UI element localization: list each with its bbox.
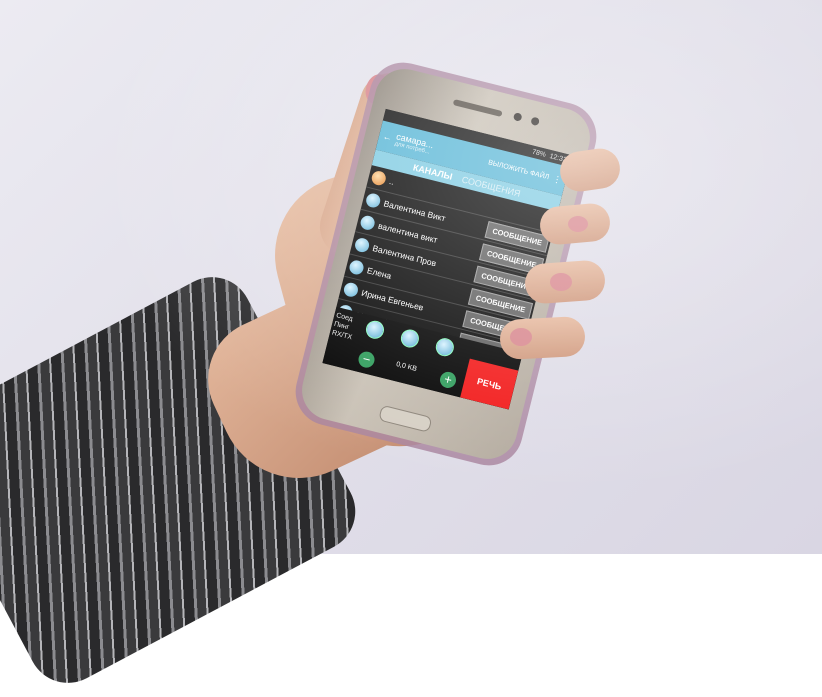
- user-avatar-icon: [353, 236, 371, 254]
- headset-icon[interactable]: [364, 318, 386, 341]
- more-vertical-icon[interactable]: ⋮: [552, 173, 563, 186]
- phone-body: [295, 62, 597, 466]
- message-button[interactable]: СООБЩЕНИЕ: [479, 243, 545, 276]
- list-item-name: Ирина Евгеньев: [360, 287, 425, 313]
- upload-file-button[interactable]: ВЫЛОЖИТЬ ФАЙЛ: [488, 159, 550, 181]
- mic-icon[interactable]: [433, 336, 456, 359]
- list-item-name: Елена: [365, 265, 393, 281]
- user-avatar-icon: [359, 214, 377, 232]
- user-avatar-icon: [348, 258, 365, 276]
- sleeve: [0, 263, 370, 697]
- front-camera-icon: [512, 112, 523, 122]
- pinky-finger: [557, 146, 623, 194]
- phone: 78% 12:32 ← самара... для потреб... ВЫЛО…: [288, 55, 604, 473]
- info-line: Пинг: [333, 320, 350, 332]
- list-item[interactable]: ..: [366, 165, 559, 234]
- phone-screen: 78% 12:32 ← самара... для потреб... ВЫЛО…: [322, 108, 573, 410]
- tab-channels[interactable]: КАНАЛЫ: [412, 162, 453, 181]
- index-finger-nail: [568, 216, 588, 232]
- list-item-name: валентина викт: [377, 220, 439, 246]
- info-line: RX/TX: [331, 329, 353, 342]
- list-item[interactable]: Ирина Евгеньев СООБЩЕНИЕ: [338, 276, 531, 346]
- photo-background: 78% 12:32 ← самара... для потреб... ВЫЛО…: [0, 0, 822, 697]
- middle-finger-nail: [550, 273, 572, 291]
- sensor-icon: [530, 116, 541, 127]
- transfer-rate: 0,0 KB: [395, 361, 418, 373]
- app-subtitle: для потреб...: [393, 141, 431, 156]
- forearm: [188, 265, 442, 505]
- control-panel: Соед Пинг RX/TX − 0,0 KB + РЕЧЬ: [322, 306, 523, 410]
- earpiece-speaker: [452, 99, 503, 117]
- user-avatar-icon: [364, 192, 382, 209]
- message-button[interactable]: СООБЩЕНИЕ: [484, 221, 550, 253]
- list-item[interactable]: Валентина Викт СООБЩЕНИЕ: [360, 187, 553, 257]
- channel-list: .. Валентина Викт СООБЩЕНИЕ валентина ви…: [332, 165, 559, 368]
- connection-info: Соед Пинг RX/TX: [331, 311, 358, 342]
- list-item[interactable]: Мария Анатоль СООБЩЕНИЕ: [332, 298, 525, 368]
- volume-minus-button[interactable]: −: [356, 349, 377, 370]
- status-bar: 78% 12:32: [382, 108, 573, 167]
- battery-level: 78%: [531, 148, 547, 159]
- folder-up-icon: [370, 169, 388, 187]
- list-item-name: ..: [388, 175, 396, 187]
- tab-bar: КАНАЛЫ СООБЩЕНИЯ: [371, 149, 562, 212]
- message-button[interactable]: СООБЩЕНИЕ: [462, 310, 528, 343]
- arrow-left-icon[interactable]: ←: [382, 131, 393, 143]
- app-title-block: самара... для потреб...: [394, 131, 435, 156]
- list-item[interactable]: Елена СООБЩЕНИЕ: [343, 254, 536, 324]
- list-item[interactable]: валентина викт СООБЩЕНИЕ: [355, 209, 547, 279]
- volume-plus-button[interactable]: +: [438, 370, 458, 390]
- list-item-name: Мария Анатоль: [354, 309, 417, 335]
- list-item-name: Валентина Пров: [371, 242, 438, 269]
- speaker-icon[interactable]: [398, 327, 421, 350]
- phone-case: [288, 55, 604, 473]
- tab-messages[interactable]: СООБЩЕНИЯ: [461, 175, 522, 199]
- ring-finger-nail: [510, 328, 532, 346]
- index-finger: [538, 202, 612, 246]
- user-avatar-icon: [336, 303, 354, 321]
- user-avatar-icon: [342, 281, 360, 299]
- app-bar: ← самара... для потреб... ВЫЛОЖИТЬ ФАЙЛ …: [375, 120, 570, 197]
- middle-finger: [523, 259, 607, 305]
- hand-palm: [256, 151, 504, 469]
- message-button[interactable]: СООБЩЕНИЕ: [468, 288, 534, 320]
- message-button[interactable]: СООБЩЕНИЕ: [456, 332, 522, 365]
- message-button[interactable]: СООБЩЕНИЕ: [473, 265, 539, 298]
- app-title: самара...: [395, 131, 435, 151]
- speech-button[interactable]: РЕЧЬ: [460, 358, 519, 410]
- home-button[interactable]: [378, 404, 433, 433]
- thumb-nail: [361, 71, 393, 107]
- ring-finger: [499, 315, 586, 361]
- status-time: 12:32: [548, 152, 568, 164]
- list-item-name: Валентина Викт: [382, 198, 447, 224]
- thumb: [312, 65, 428, 265]
- info-line: Соед: [335, 312, 354, 323]
- list-item[interactable]: Валентина Пров СООБЩЕНИЕ: [349, 232, 542, 301]
